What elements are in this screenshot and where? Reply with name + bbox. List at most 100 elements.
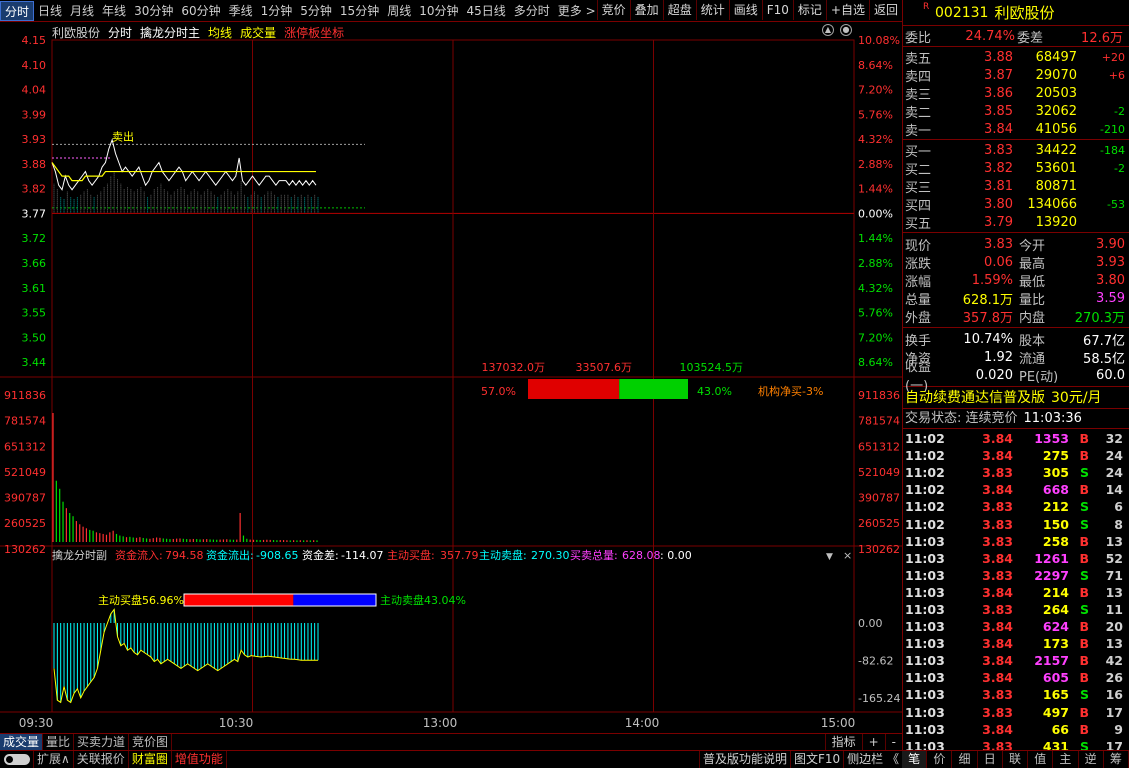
- ask-row[interactable]: 卖二 3.85 32062 -2: [903, 102, 1129, 121]
- side-tab-8[interactable]: 筹: [1104, 751, 1129, 768]
- flow-mid-amount: 33507.6万: [576, 361, 633, 374]
- chart-up-icon[interactable]: ▲: [822, 24, 834, 36]
- tick-side: B: [1079, 584, 1089, 600]
- toolbar-button-7[interactable]: +自选: [825, 0, 869, 20]
- bid-row[interactable]: 买二 3.82 53601 -2: [903, 159, 1129, 178]
- period-tab-7[interactable]: 1分钟: [257, 1, 297, 21]
- period-tab-4[interactable]: 30分钟: [130, 1, 177, 21]
- ask-row[interactable]: 卖五 3.88 68497 +20: [903, 48, 1129, 67]
- indicator-control-0[interactable]: 指标: [824, 734, 862, 750]
- ask-change: -2: [1114, 104, 1125, 118]
- indicator-tab-2[interactable]: 买卖力道: [74, 734, 130, 750]
- status-bar: 扩展∧ 关联报价 财富圈 增值功能 普及版功能说明 图文F10 侧边栏 《: [0, 750, 902, 768]
- intraday-chart-svg[interactable]: 4.15 10.08% 4.10 8.64% 4.04 7.20% 3.99 5.76% 3.9…: [0, 22, 902, 733]
- ask-row[interactable]: 卖三 3.86 20503: [903, 84, 1129, 103]
- tick-row: 11:02 3.84 1353 B 32: [903, 430, 1129, 447]
- indicator-tab-0[interactable]: 成交量: [0, 734, 44, 750]
- ask-change: +20: [1101, 50, 1125, 64]
- side-tab-4[interactable]: 联: [1003, 751, 1029, 768]
- period-tab-11[interactable]: 10分钟: [415, 1, 462, 21]
- tick-count: 13: [1105, 636, 1123, 652]
- ask-price: 3.86: [984, 85, 1013, 101]
- time-axis-label: 15:00: [821, 716, 856, 730]
- period-tab-3[interactable]: 年线: [98, 1, 130, 21]
- limit-axis-toggle[interactable]: 涨停板坐标: [284, 24, 344, 41]
- side-tab-7[interactable]: 逆: [1079, 751, 1104, 768]
- chart-settings-icon[interactable]: ●: [840, 24, 852, 36]
- toolbar-button-5[interactable]: F10: [761, 0, 793, 20]
- indicator-control-1[interactable]: +: [861, 734, 885, 750]
- toggle-switch-icon[interactable]: [0, 751, 34, 768]
- toolbar-button-4[interactable]: 画线: [728, 0, 762, 20]
- period-tab-10[interactable]: 周线: [383, 1, 415, 21]
- sub-panel-header-item: : 0.00: [660, 549, 692, 562]
- bid-volume: 34422: [1035, 142, 1077, 158]
- bid-row[interactable]: 买五 3.79 13920: [903, 213, 1129, 232]
- tick-price: 3.84: [982, 619, 1013, 635]
- side-tab-0[interactable]: 笔: [902, 751, 928, 768]
- toolbar-button-2[interactable]: 超盘: [662, 0, 696, 20]
- sub-panel-dropdown-icon[interactable]: ▼: [826, 552, 833, 562]
- toolbar-button-6[interactable]: 标记: [792, 0, 826, 20]
- side-tab-3[interactable]: 日: [978, 751, 1003, 768]
- bid-volume: 80871: [1035, 178, 1077, 194]
- ask-row[interactable]: 卖四 3.87 29070 +6: [903, 66, 1129, 85]
- toolbar-button-3[interactable]: 统计: [695, 0, 729, 20]
- quote-value: 1.59%: [971, 272, 1013, 288]
- period-tab-5[interactable]: 60分钟: [177, 1, 224, 21]
- status-item-3[interactable]: 增值功能: [172, 751, 227, 768]
- status-right-0[interactable]: 普及版功能说明: [698, 751, 790, 768]
- status-right-2[interactable]: 侧边栏 《: [843, 751, 902, 768]
- status-item-0[interactable]: 扩展∧: [34, 751, 74, 768]
- volume-axis-label: 781574: [4, 415, 46, 428]
- quote-row: 外盘 357.8万 内盘 270.3万: [903, 307, 1129, 326]
- chart-indicator-label[interactable]: 擒龙分时主: [140, 24, 200, 41]
- quote-label: 总量: [905, 292, 932, 308]
- trade-status-label: 交易状态: 连续竞价: [905, 411, 1018, 426]
- status-item-2[interactable]: 财富圈: [129, 751, 172, 768]
- indicator-control-2[interactable]: -: [884, 734, 902, 750]
- tick-count: 26: [1105, 670, 1123, 686]
- period-tab-0[interactable]: 分时: [0, 1, 35, 21]
- toolbar-button-0[interactable]: 竞价: [596, 0, 630, 20]
- fundamental-value: 58.5亿: [1083, 351, 1125, 367]
- stock-code: 002131: [935, 4, 989, 21]
- sub-panel-header-item: -908.65: [256, 549, 298, 562]
- side-tab-6[interactable]: 主: [1053, 751, 1079, 768]
- period-tab-14[interactable]: 更多 >: [554, 1, 600, 21]
- period-tab-13[interactable]: 多分时: [510, 1, 554, 21]
- period-tab-1[interactable]: 日线: [34, 1, 66, 21]
- tick-price: 3.83: [982, 704, 1013, 720]
- indicator-tab-3[interactable]: 竞价图: [129, 734, 173, 750]
- side-tab-5[interactable]: 值: [1028, 751, 1054, 768]
- fundamental-label: 股本: [1019, 333, 1046, 349]
- side-tab-2[interactable]: 细: [952, 751, 978, 768]
- toolbar-button-8[interactable]: 返回: [868, 0, 902, 20]
- bid-row[interactable]: 买一 3.83 34422 -184: [903, 141, 1129, 160]
- tick-price: 3.84: [982, 636, 1013, 652]
- tick-time: 11:02: [905, 516, 945, 532]
- tick-row: 11:03 3.83 258 B 13: [903, 533, 1129, 550]
- period-tab-12[interactable]: 45日线: [463, 1, 510, 21]
- tick-price: 3.83: [982, 516, 1013, 532]
- status-item-1[interactable]: 关联报价: [74, 751, 129, 768]
- intraday-chart-area[interactable]: 4.15 10.08% 4.10 8.64% 4.04 7.20% 3.99 5.76% 3.9…: [0, 22, 902, 735]
- period-tab-6[interactable]: 季线: [225, 1, 257, 21]
- tick-list[interactable]: 11:02 3.84 1353 B 32 11:02 3.84 275 B 24 11:02 3.83…: [903, 429, 1129, 755]
- sub-panel-header-item: 主动买盘:: [387, 548, 435, 562]
- subscription-ad[interactable]: 自动续费通达信普及版 30元/月: [903, 387, 1129, 409]
- sub-panel-close-icon[interactable]: ×: [843, 549, 852, 562]
- indicator-tab-1[interactable]: 量比: [43, 734, 75, 750]
- toolbar-button-1[interactable]: 叠加: [629, 0, 663, 20]
- side-tab-1[interactable]: 价: [927, 751, 953, 768]
- bid-row[interactable]: 买四 3.80 134066 -53: [903, 195, 1129, 214]
- period-tab-8[interactable]: 5分钟: [296, 1, 336, 21]
- bid-row[interactable]: 买三 3.81 80871: [903, 177, 1129, 196]
- tick-row: 11:03 3.83 497 B 17: [903, 704, 1129, 721]
- period-tab-2[interactable]: 月线: [66, 1, 98, 21]
- period-tab-9[interactable]: 15分钟: [336, 1, 383, 21]
- price-axis-label: 3.50: [22, 331, 47, 344]
- status-right-1[interactable]: 图文F10: [789, 751, 843, 768]
- volume-axis-label-right: 260525: [858, 517, 900, 530]
- ask-row[interactable]: 卖一 3.84 41056 -210: [903, 120, 1129, 139]
